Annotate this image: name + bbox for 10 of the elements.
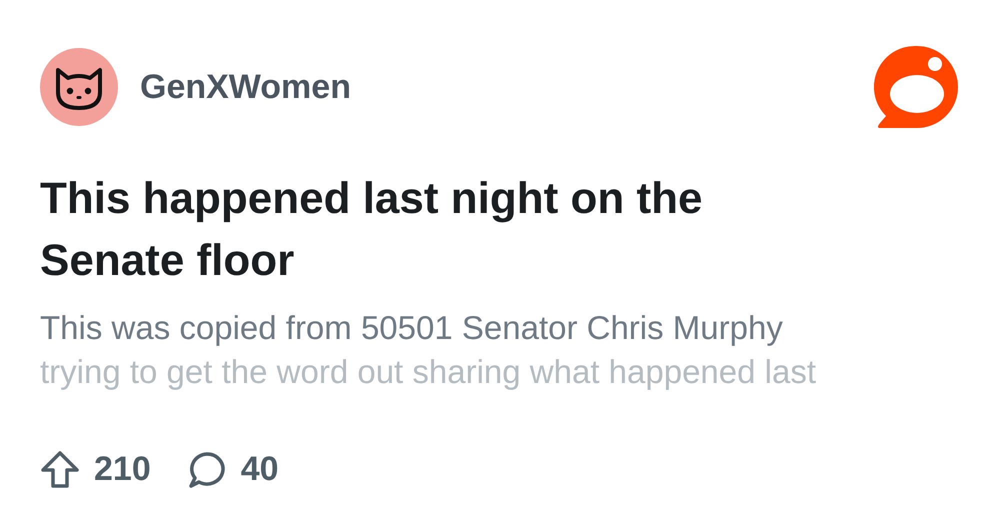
upvote-icon[interactable]	[40, 450, 80, 490]
comment-count: 40	[240, 449, 279, 490]
post-title: This happened last night on the Senate floor	[40, 173, 704, 287]
community-name: GenXWomen	[140, 66, 351, 108]
post-text-line: This was copied from 50501 Senator Chris Murphy	[40, 308, 784, 348]
comment-icon[interactable]	[186, 450, 227, 490]
cat-avatar-icon	[40, 48, 118, 126]
upvote-count: 210	[94, 449, 151, 490]
speech-bubble-icon	[874, 44, 960, 130]
post-text-line: trying to get the word out sharing what happened last	[40, 352, 817, 392]
